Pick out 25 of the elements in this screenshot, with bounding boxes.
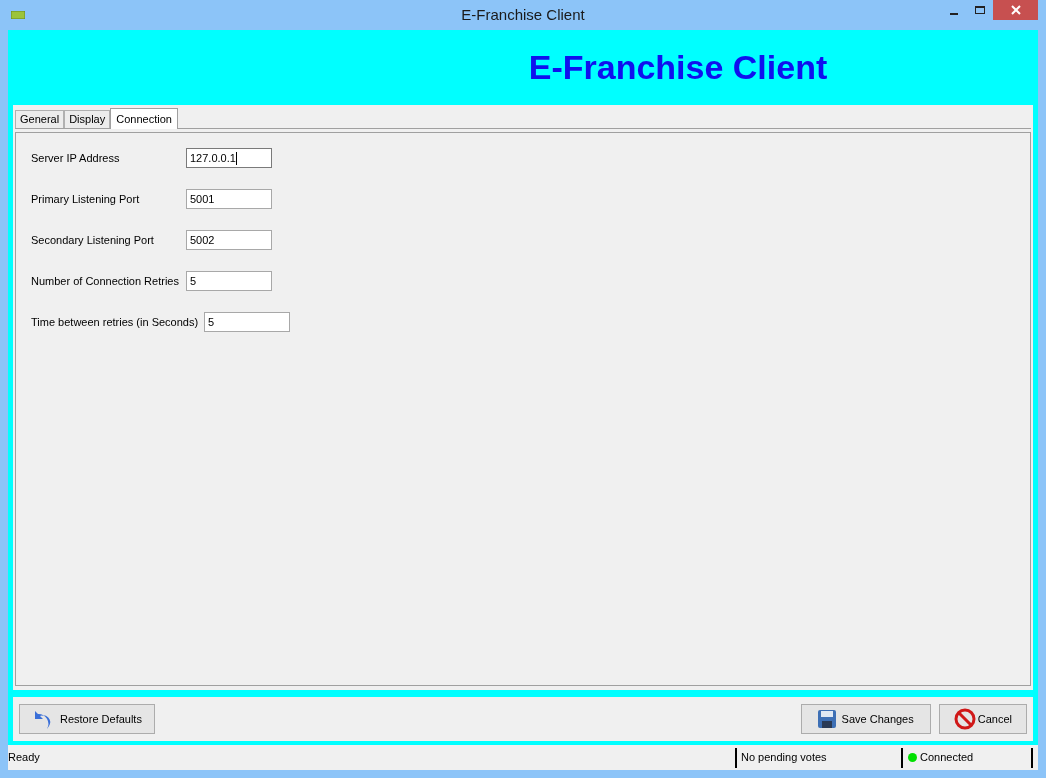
close-icon [1010,5,1021,15]
field-label: Server IP Address [31,150,121,166]
field-label: Primary Listening Port [31,191,141,207]
input-field[interactable]: 5002 [186,230,272,250]
field-label: Number of Connection Retries [31,273,180,289]
input-field[interactable]: 5 [204,312,291,332]
field-label: Secondary Listening Port [31,232,155,248]
restore-defaults-button[interactable]: Restore Defaults [19,704,155,734]
close-button[interactable] [993,0,1038,20]
tab[interactable]: General [15,110,65,128]
tab[interactable]: Display [64,110,111,128]
field-label: Time between retries (in Seconds) [31,314,200,330]
header-title: E-Franchise Client [528,47,828,88]
app-icon [11,11,25,19]
prohibited-icon [953,708,976,730]
window-title: E-Franchise Client [461,4,585,25]
pending-votes-status: No pending votes [741,750,827,766]
connection-status: Connected [920,750,974,766]
tab[interactable]: Connection [110,108,178,129]
input-field[interactable]: 5001 [186,189,272,209]
input-field[interactable]: 127.0.0.1 [186,148,272,168]
status-message: Ready [8,750,41,766]
cancel-button[interactable]: Cancel [938,704,1027,734]
save-changes-button[interactable]: Save Changes [800,704,931,734]
input-field[interactable]: 5 [186,271,272,291]
